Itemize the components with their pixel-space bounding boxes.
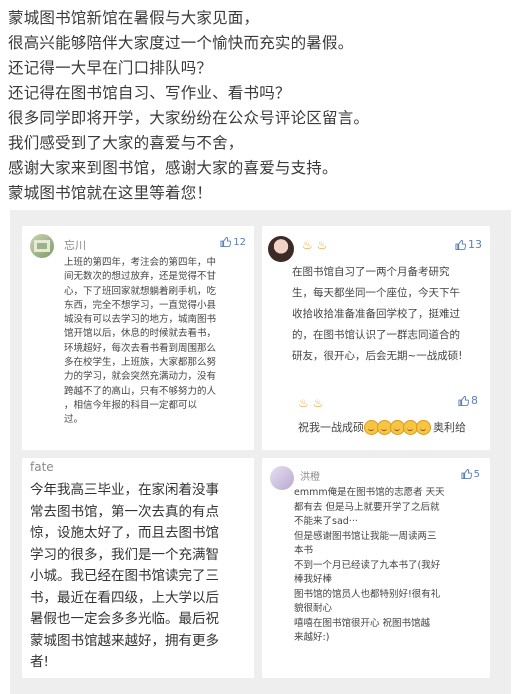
reply-like-button[interactable]: 8 bbox=[458, 394, 478, 407]
comment-text: emmm俺是在图书馆的志愿者 天天 都有去 但是马上就要开学了之后就 不能来了s… bbox=[294, 486, 445, 646]
intro-line: 还记得在图书馆自习、写作业、看书吗？ bbox=[8, 84, 291, 102]
thumbs-up-icon bbox=[455, 239, 466, 250]
reply-text: 祝我一战成硕 奥利给 bbox=[298, 419, 466, 435]
avatar[interactable] bbox=[270, 466, 294, 490]
comment-line: 力的学习，就会突然充满动力，没有 bbox=[64, 371, 217, 383]
comment-line: 都有去 但是马上就要开学了之后就 bbox=[294, 501, 440, 513]
comment-line: 图书馆的馆员人也都特别好!很有礼 bbox=[294, 588, 441, 600]
avatar[interactable] bbox=[268, 236, 294, 262]
comment-card: ♨ ♨ 13 在图书馆自习了一两个月备考研究 生，每天都坐同一个座位，今天下午 … bbox=[262, 226, 490, 450]
comment-line: 多在校学生，上班族，大家都那么努 bbox=[64, 357, 217, 369]
comment-username: 洪橙 bbox=[300, 472, 320, 483]
comment-line: 但是感谢图书馆让我能一周读两三 bbox=[294, 530, 437, 542]
intro-line: 蒙城图书馆新馆在暑假与大家见面， bbox=[8, 9, 260, 27]
like-button[interactable]: 5 bbox=[461, 468, 480, 480]
comment-text: 今年我高三毕业，在家闲着没事 常去图书馆，第一次去真的有点 惊，设施太好了，而且… bbox=[30, 480, 219, 674]
like-button[interactable]: 13 bbox=[455, 238, 482, 251]
comment-line: 收拾收拾准备准备回学校了，挺难过 bbox=[292, 308, 460, 320]
comment-text: 上班的第四年，考注会的第四年，中 间无数次的想过放弃，还是觉得不甘 心，下了班回… bbox=[64, 256, 216, 428]
like-button[interactable]: 12 bbox=[220, 236, 246, 248]
comment-line: 貌很耐心 bbox=[294, 603, 333, 614]
reply-suffix: 奥利给 bbox=[433, 421, 466, 434]
comment-line: 生，每天都坐同一个座位，今天下午 bbox=[292, 287, 460, 299]
thumbs-up-icon bbox=[458, 395, 469, 406]
comment-line: 常去图书馆，第一次去真的有点 bbox=[30, 503, 219, 520]
intro-line: 我们感受到了大家的喜爱与不舍， bbox=[8, 134, 244, 152]
comment-line: 者! bbox=[30, 654, 49, 670]
comment-line: 过。 bbox=[64, 414, 84, 426]
comment-card: fate 今年我高三毕业，在家闲着没事 常去图书馆，第一次去真的有点 惊，设施太… bbox=[22, 458, 254, 678]
avatar-image bbox=[34, 240, 50, 252]
comment-line: 不能来了sad··· bbox=[294, 516, 358, 527]
intro-line: 很多同学即将开学，大家纷纷在公众号评论区留言。 bbox=[8, 109, 370, 127]
comment-line: 东西，完全不想学习，一直觉得小县 bbox=[64, 299, 217, 311]
comment-line: 惊，设施太好了，而且去图书馆 bbox=[30, 525, 219, 541]
comment-line: 本书 bbox=[294, 545, 314, 556]
comment-line: 在图书馆自习了一两个月备考研究 bbox=[292, 266, 450, 278]
comment-line: 学习的很多，我们是一个充满智 bbox=[30, 546, 219, 563]
comment-username: 忘川 bbox=[64, 239, 86, 252]
comment-line: 的，在图书馆认识了一群志同道合的 bbox=[292, 329, 460, 341]
smile-emoji-icon bbox=[416, 419, 431, 435]
comment-card: 忘川 12 上班的第四年，考注会的第四年，中 间无数次的想过放弃，还是觉得不甘 … bbox=[22, 226, 254, 450]
comment-line: 城没有可以去学习的地方，城南图书 bbox=[64, 314, 217, 326]
comment-line: 小城。我已经在图书馆读完了三 bbox=[30, 568, 219, 584]
thumbs-up-icon bbox=[220, 236, 232, 248]
like-count: 12 bbox=[233, 236, 246, 248]
comment-line: ，相信今年报的科目一定都可以 bbox=[64, 399, 198, 411]
comment-line: 嘻嘻在图书馆很开心 祝图书馆越 bbox=[294, 617, 431, 629]
intro-line: 很高兴能够陪伴大家度过一个愉快而充实的暑假。 bbox=[8, 34, 354, 52]
comment-line: 心，下了班回家就想躺着刷手机，吃 bbox=[64, 285, 217, 297]
comment-line: 上班的第四年，考注会的第四年，中 bbox=[64, 257, 217, 268]
avatar[interactable] bbox=[30, 234, 54, 258]
thumbs-up-icon bbox=[461, 468, 472, 480]
comment-line: 今年我高三毕业，在家闲着没事 bbox=[30, 482, 219, 498]
like-count: 13 bbox=[468, 238, 482, 251]
like-count: 5 bbox=[473, 468, 480, 480]
intro-line: 感谢大家来到图书馆，感谢大家的喜爱与支持。 bbox=[8, 159, 338, 177]
comment-line: 间无数次的想过放弃，还是觉得不甘 bbox=[64, 271, 217, 283]
fire-icon: ♨ ♨ bbox=[298, 396, 324, 410]
comment-line: 馆开馆以后，休息的时候就去看书， bbox=[64, 328, 217, 340]
comment-line: 蒙城图书馆越来越好，拥有更多 bbox=[30, 632, 219, 649]
intro-line: 蒙城图书馆就在这里等着您！ bbox=[8, 184, 213, 202]
comment-line: 棒我好棒 bbox=[294, 574, 333, 585]
comment-line: 来越好:) bbox=[294, 632, 330, 643]
comment-username: fate bbox=[30, 460, 54, 474]
comment-card: 洪橙 5 emmm俺是在图书馆的志愿者 天天 都有去 但是马上就要开学了之后就 … bbox=[262, 458, 490, 678]
comment-text: 在图书馆自习了一两个月备考研究 生，每天都坐同一个座位，今天下午 收拾收拾准备准… bbox=[292, 262, 463, 367]
comment-line: 研友，很开心，后会无期~一战成硕! bbox=[292, 350, 463, 362]
reply-prefix: 祝我一战成硕 bbox=[298, 421, 364, 434]
comment-line: 不到一个月已经读了九本书了(我好 bbox=[294, 559, 441, 571]
intro-line: 还记得一大早在门口排队吗？ bbox=[8, 59, 213, 77]
comment-line: 跨越不了的高山，只有不够努力的人 bbox=[64, 385, 217, 397]
comment-line: 环境超好，每次去看书看到周围那么 bbox=[64, 342, 217, 354]
fire-icon: ♨ ♨ bbox=[302, 238, 328, 252]
intro-text: 蒙城图书馆新馆在暑假与大家见面， 很高兴能够陪伴大家度过一个愉快而充实的暑假。 … bbox=[8, 6, 513, 206]
comment-line: emmm俺是在图书馆的志愿者 天天 bbox=[294, 487, 445, 498]
comment-line: 书，最近在看四级，上大学以后 bbox=[30, 589, 219, 606]
comment-line: 暑假也一定会多多光临。最后祝 bbox=[30, 611, 219, 627]
reply-like-count: 8 bbox=[471, 394, 478, 407]
